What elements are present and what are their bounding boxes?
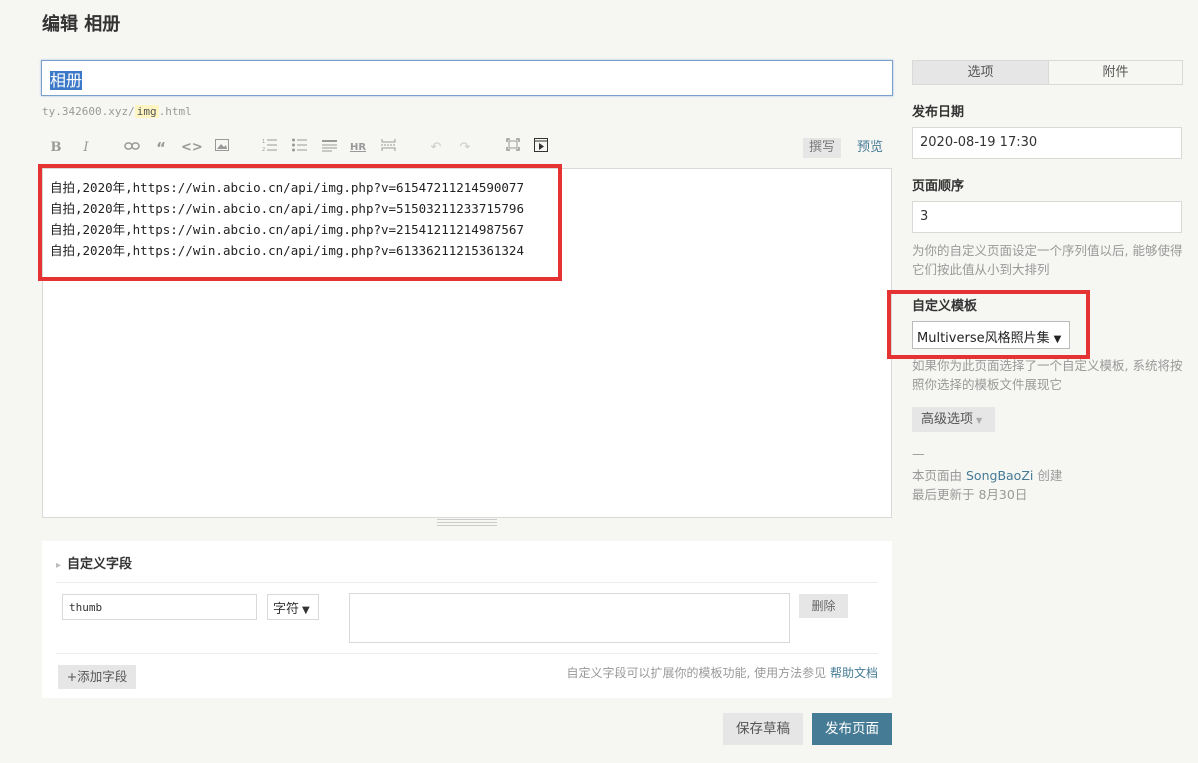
title-input-value: 相册 xyxy=(50,71,83,90)
field-type-select[interactable]: 字符 ▼ xyxy=(267,594,319,620)
editor-resize-handle[interactable] xyxy=(437,519,497,526)
template-hint: 如果你为此页面选择了一个自定义模板, 系统将按照你选择的模板文件展现它 xyxy=(912,358,1183,392)
quote-icon[interactable]: “ xyxy=(151,138,171,158)
custom-fields-hint: 自定义字段可以扩展你的模板功能, 使用方法参见 帮助文档 xyxy=(566,666,878,680)
created-by: 本页面由 SongBaoZi 创建 xyxy=(912,468,1063,483)
publish-date-input[interactable]: 2020-08-19 17:30 xyxy=(912,127,1182,159)
fullscreen-icon[interactable] xyxy=(503,138,523,158)
last-updated: 最后更新于 8月30日 xyxy=(912,487,1028,502)
field-value-textarea[interactable] xyxy=(349,593,790,643)
heading-icon[interactable] xyxy=(319,138,339,158)
template-select[interactable]: Multiverse风格照片集 ▼ xyxy=(912,321,1070,349)
custom-fields-panel: 自定义字段 thumb 字符▼ 删除 +添加字段 自定义字段可以扩展你的模板功能… xyxy=(42,541,892,698)
title-input[interactable]: 相册 xyxy=(41,60,893,96)
divider xyxy=(56,653,878,654)
content-line: 自拍,2020年,https://win.abcio.cn/api/img.ph… xyxy=(50,201,524,216)
tab-write[interactable]: 撰写 xyxy=(803,138,842,158)
sidebar-tabs: 选项 附件 xyxy=(912,60,1183,85)
field-name-input[interactable]: thumb xyxy=(62,594,257,620)
dropdown-arrow-icon: ▼ xyxy=(1053,334,1062,345)
meta-separator: — xyxy=(912,446,925,461)
order-label: 页面顺序 xyxy=(912,179,965,194)
dropdown-arrow-icon: ▼ xyxy=(302,605,310,616)
undo-icon[interactable]: ↶ xyxy=(426,138,446,158)
publish-button[interactable]: 发布页面 xyxy=(812,713,892,745)
code-icon[interactable]: <> xyxy=(181,138,203,158)
media-icon[interactable] xyxy=(531,138,551,158)
advanced-options-button[interactable]: 高级选项 ▼ xyxy=(912,407,995,432)
order-hint: 为你的自定义页面设定一个序列值以后, 能够使得它们按此值从小到大排列 xyxy=(912,243,1183,277)
help-doc-link[interactable]: 帮助文档 xyxy=(830,666,878,680)
add-field-button[interactable]: +添加字段 xyxy=(58,665,136,689)
svg-text:2: 2 xyxy=(262,147,265,152)
slug-input[interactable]: img xyxy=(134,105,159,118)
tab-options[interactable]: 选项 xyxy=(913,61,1048,84)
save-draft-button[interactable]: 保存草稿 xyxy=(723,713,803,745)
tab-attachments[interactable]: 附件 xyxy=(1048,61,1182,84)
author-link[interactable]: SongBaoZi xyxy=(966,468,1033,483)
image-icon[interactable] xyxy=(212,138,232,158)
editor-toolbar: B I “ <> 12 HR ↶ ↷ 撰写 预览 xyxy=(42,136,892,160)
content-line: 自拍,2020年,https://win.abcio.cn/api/img.ph… xyxy=(50,243,524,258)
more-icon[interactable] xyxy=(378,138,398,158)
link-icon[interactable] xyxy=(122,138,142,158)
bold-icon[interactable]: B xyxy=(46,138,66,158)
horizontal-rule-icon[interactable]: HR xyxy=(348,138,368,158)
redo-icon[interactable]: ↷ xyxy=(455,138,475,158)
custom-fields-title[interactable]: 自定义字段 xyxy=(56,553,132,572)
content-editor[interactable]: 自拍,2020年,https://win.abcio.cn/api/img.ph… xyxy=(42,168,892,518)
page-title: 编辑 相册 xyxy=(42,14,121,35)
template-label: 自定义模板 xyxy=(912,299,978,314)
delete-field-button[interactable]: 删除 xyxy=(799,594,848,618)
italic-icon[interactable]: I xyxy=(76,138,96,158)
ordered-list-icon[interactable]: 12 xyxy=(259,138,279,158)
dropdown-arrow-icon: ▼ xyxy=(976,416,983,425)
order-input[interactable]: 3 xyxy=(912,201,1182,233)
unordered-list-icon[interactable] xyxy=(289,138,309,158)
content-line: 自拍,2020年,https://win.abcio.cn/api/img.ph… xyxy=(50,222,524,237)
svg-text:1: 1 xyxy=(262,139,265,145)
divider xyxy=(56,582,878,583)
tab-preview[interactable]: 预览 xyxy=(857,138,883,158)
slug-url: ty.342600.xyz/img .html xyxy=(42,105,192,118)
content-line: 自拍,2020年,https://win.abcio.cn/api/img.ph… xyxy=(50,180,524,195)
publish-date-label: 发布日期 xyxy=(912,105,965,120)
